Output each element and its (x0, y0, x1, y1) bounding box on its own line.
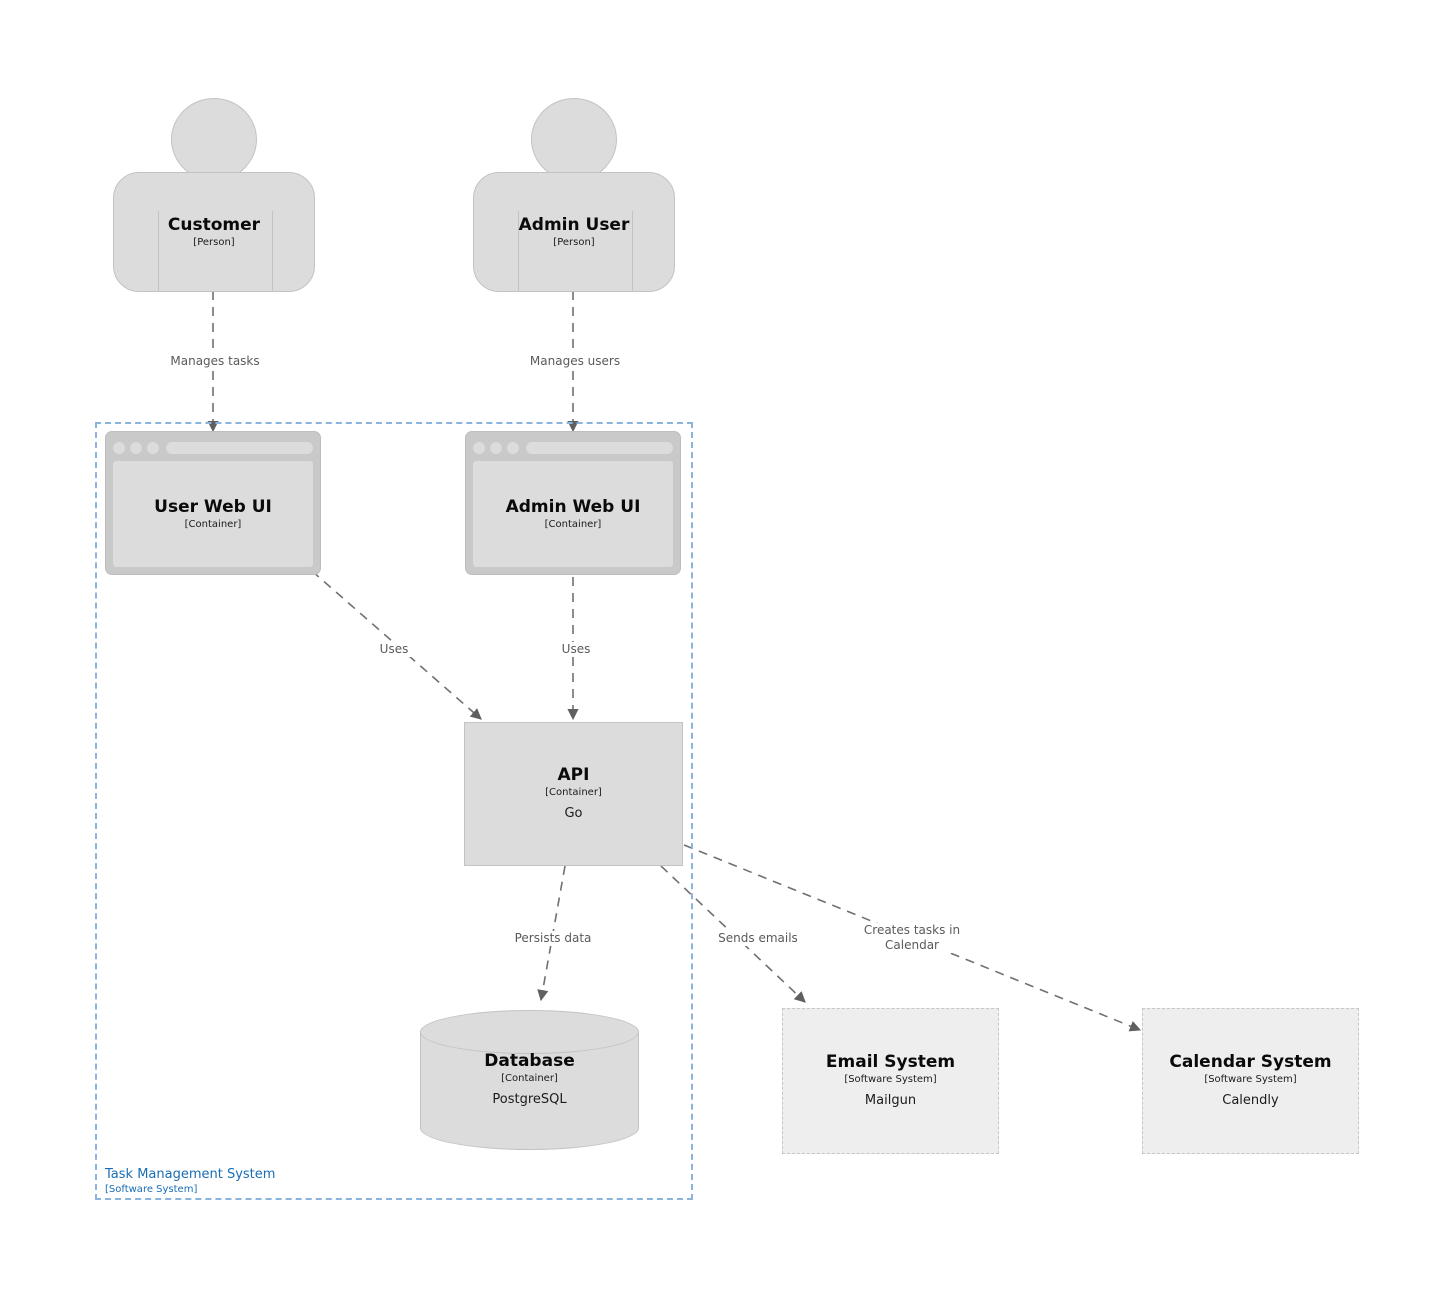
edge-label-persists-data: Persists data (490, 931, 616, 946)
node-type: [Container] (184, 519, 242, 530)
node-database[interactable]: Database [Container] PostgreSQL (420, 1010, 639, 1150)
node-type: [Container] (544, 519, 602, 530)
edge-label-creates-tasks-in-calendar: Creates tasks in Calendar (845, 923, 979, 953)
node-type: [Person] (193, 237, 235, 248)
browser-dot-maximize-icon (147, 441, 159, 454)
browser-dot-close-icon (113, 441, 125, 454)
node-type: [Container] (545, 787, 602, 798)
database-label-block: Database [Container] PostgreSQL (420, 1050, 639, 1110)
edge-label-sends-emails: Sends emails (696, 931, 820, 946)
edge-label-manages-users: Manages users (503, 354, 647, 369)
boundary-label-title: Task Management System (105, 1167, 276, 1182)
node-tech: Mailgun (864, 1093, 917, 1108)
browser-dot-maximize-icon (507, 441, 519, 454)
person-head-icon (171, 98, 257, 181)
node-title: API (557, 765, 590, 785)
node-type: [Software System] (844, 1074, 937, 1085)
database-cylinder-top (420, 1010, 639, 1054)
browser-chrome-bar (113, 439, 313, 456)
person-label-block: Customer [Person] (113, 214, 315, 250)
node-title: Email System (825, 1052, 956, 1072)
browser-dot-minimize-icon (490, 441, 502, 454)
node-user-web-ui[interactable]: User Web UI [Container] (105, 431, 321, 575)
browser-viewport: User Web UI [Container] (113, 461, 313, 567)
node-title: User Web UI (154, 497, 272, 517)
node-admin-user[interactable]: Admin User [Person] (473, 98, 675, 293)
browser-dot-close-icon (473, 441, 485, 454)
person-head-icon (531, 98, 617, 181)
node-title: Admin Web UI (505, 497, 641, 517)
edge-label-uses-user: Uses (349, 642, 439, 657)
node-email-system[interactable]: Email System [Software System] Mailgun (782, 1008, 999, 1154)
node-calendar-system[interactable]: Calendar System [Software System] Calend… (1142, 1008, 1359, 1154)
browser-address-bar (166, 441, 313, 454)
node-title: Customer (167, 215, 261, 235)
edge-label-manages-tasks: Manages tasks (143, 354, 287, 369)
boundary-label: Task Management System [Software System] (105, 1166, 275, 1196)
person-label-block: Admin User [Person] (473, 214, 675, 250)
node-title: Database (484, 1051, 575, 1071)
boundary-label-type: [Software System] (105, 1184, 198, 1195)
node-customer[interactable]: Customer [Person] (113, 98, 315, 293)
node-tech: PostgreSQL (492, 1092, 567, 1107)
node-type: [Person] (553, 237, 595, 248)
browser-chrome-bar (473, 439, 673, 456)
browser-address-bar (526, 441, 673, 454)
browser-dot-minimize-icon (130, 441, 142, 454)
node-tech: Go (564, 806, 583, 821)
node-title: Calendar System (1169, 1052, 1332, 1072)
node-api[interactable]: API [Container] Go (464, 722, 683, 866)
node-type: [Container] (501, 1073, 558, 1084)
diagram-canvas: Task Management System [Software System]… (0, 0, 1456, 1294)
browser-viewport: Admin Web UI [Container] (473, 461, 673, 567)
node-tech: Calendly (1222, 1093, 1279, 1108)
node-admin-web-ui[interactable]: Admin Web UI [Container] (465, 431, 681, 575)
node-title: Admin User (518, 215, 630, 235)
node-type: [Software System] (1204, 1074, 1297, 1085)
edge-label-uses-admin: Uses (531, 642, 621, 657)
